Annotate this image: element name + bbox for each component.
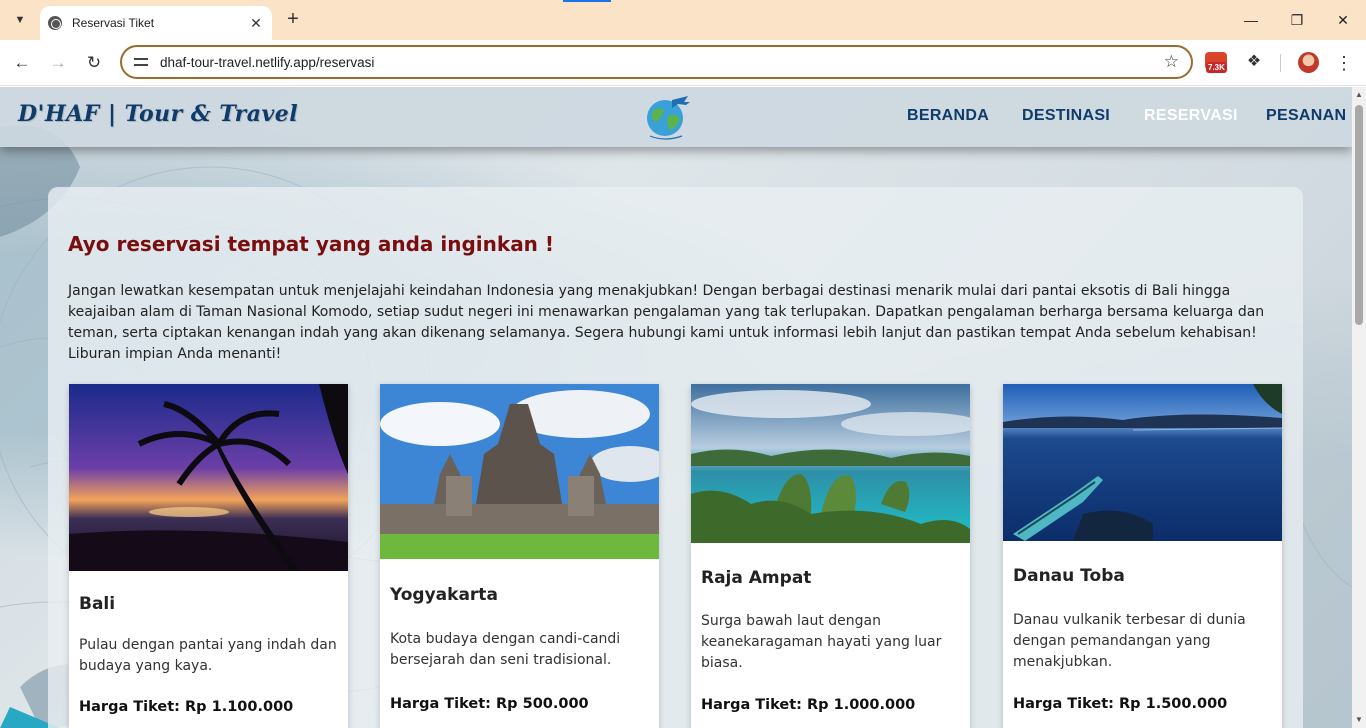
page-scrollbar[interactable]: ▲ ▼ (1352, 87, 1366, 728)
extension-icon[interactable]: 7.3K (1205, 52, 1229, 74)
page-title: Ayo reservasi tempat yang anda inginkan … (68, 232, 555, 256)
browser-tab-active[interactable]: Reservasi Tiket ✕ (40, 6, 272, 40)
site-navbar: D'HAF | Tour & Travel BERANDA DESTINASI … (0, 87, 1352, 147)
destination-description: Pulau dengan pantai yang indah dan buday… (79, 637, 337, 674)
scrollbar-thumb[interactable] (1355, 105, 1363, 325)
destination-card-bali[interactable]: Bali Pulau dengan pantai yang indah dan … (69, 384, 348, 728)
browser-tab-strip: ▼ Reservasi Tiket ✕ + — ❐ ✕ (0, 0, 1366, 40)
scroll-up-icon[interactable]: ▲ (1355, 91, 1363, 99)
toolbar-divider (1280, 54, 1281, 72)
extension-badge-count: 7.3K (1206, 62, 1227, 73)
profile-avatar[interactable] (1298, 52, 1319, 73)
reservation-panel: Ayo reservasi tempat yang anda inginkan … (48, 187, 1303, 728)
tab-close-icon[interactable]: ✕ (248, 15, 264, 32)
tab-title: Reservasi Tiket (72, 16, 155, 30)
reload-icon[interactable]: ↻ (82, 51, 106, 75)
nav-pesanan[interactable]: PESANAN (1266, 107, 1346, 125)
new-tab-plus-icon[interactable]: + (282, 9, 304, 31)
danau-toba-lake-image (1003, 384, 1282, 541)
window-close-icon[interactable]: ✕ (1331, 8, 1355, 32)
tab-search-chevron-icon[interactable]: ▼ (8, 8, 32, 32)
raja-ampat-islands-image (691, 384, 970, 543)
destination-name: Yogyakarta (390, 585, 498, 605)
url-text[interactable]: dhaf-tour-travel.netlify.app/reservasi (160, 55, 1164, 70)
destination-description: Danau vulkanik terbesar di dunia dengan … (1013, 612, 1246, 670)
nav-destinasi[interactable]: DESTINASI (1022, 107, 1110, 125)
destination-name: Danau Toba (1013, 566, 1125, 586)
back-arrow-icon[interactable]: ← (10, 51, 34, 75)
extensions-puzzle-icon[interactable]: ❖ (1244, 51, 1264, 73)
minimize-icon[interactable]: — (1239, 8, 1263, 32)
intro-paragraph: Jangan lewatkan kesempatan untuk menjela… (68, 283, 1265, 362)
yogyakarta-temple-image (380, 384, 659, 559)
browser-menu-icon[interactable]: ⋮ (1334, 51, 1354, 75)
globe-icon (48, 16, 62, 30)
forward-arrow-icon[interactable]: → (46, 51, 70, 75)
destination-price: Harga Tiket: Rp 1.500.000 (1013, 696, 1228, 712)
destination-card-raja-ampat[interactable]: Raja Ampat Surga bawah laut dengan keane… (691, 384, 970, 728)
restore-icon[interactable]: ❐ (1285, 8, 1309, 32)
scroll-down-icon[interactable]: ▼ (1355, 716, 1363, 724)
destination-price: Harga Tiket: Rp 1.000.000 (701, 697, 916, 713)
destination-card-danau-toba[interactable]: Danau Toba Danau vulkanik terbesar di du… (1003, 384, 1282, 728)
site-info-icon[interactable] (134, 55, 150, 69)
tab-strip-accent (563, 0, 611, 2)
page-viewport: D'HAF | Tour & Travel BERANDA DESTINASI … (0, 87, 1352, 728)
bali-beach-image (69, 384, 348, 571)
globe-plane-logo-icon[interactable] (642, 92, 692, 142)
nav-beranda[interactable]: BERANDA (907, 107, 989, 125)
destination-name: Raja Ampat (701, 568, 812, 588)
destination-name: Bali (79, 594, 116, 614)
destination-description: Kota budaya dengan candi-candi bersejara… (390, 631, 621, 668)
destination-card-yogyakarta[interactable]: Yogyakarta Kota budaya dengan candi-cand… (380, 384, 659, 728)
bookmark-star-icon[interactable]: ☆ (1164, 52, 1179, 72)
destination-price: Harga Tiket: Rp 1.100.000 (79, 699, 294, 715)
address-bar[interactable]: dhaf-tour-travel.netlify.app/reservasi ☆ (120, 45, 1193, 79)
destination-price: Harga Tiket: Rp 500.000 (390, 696, 589, 712)
destination-description: Surga bawah laut dengan keanekaragaman h… (701, 613, 942, 671)
nav-reservasi[interactable]: RESERVASI (1144, 107, 1238, 125)
browser-toolbar: ← → ↻ dhaf-tour-travel.netlify.app/reser… (0, 40, 1366, 86)
brand-logo-text[interactable]: D'HAF | Tour & Travel (18, 101, 298, 127)
